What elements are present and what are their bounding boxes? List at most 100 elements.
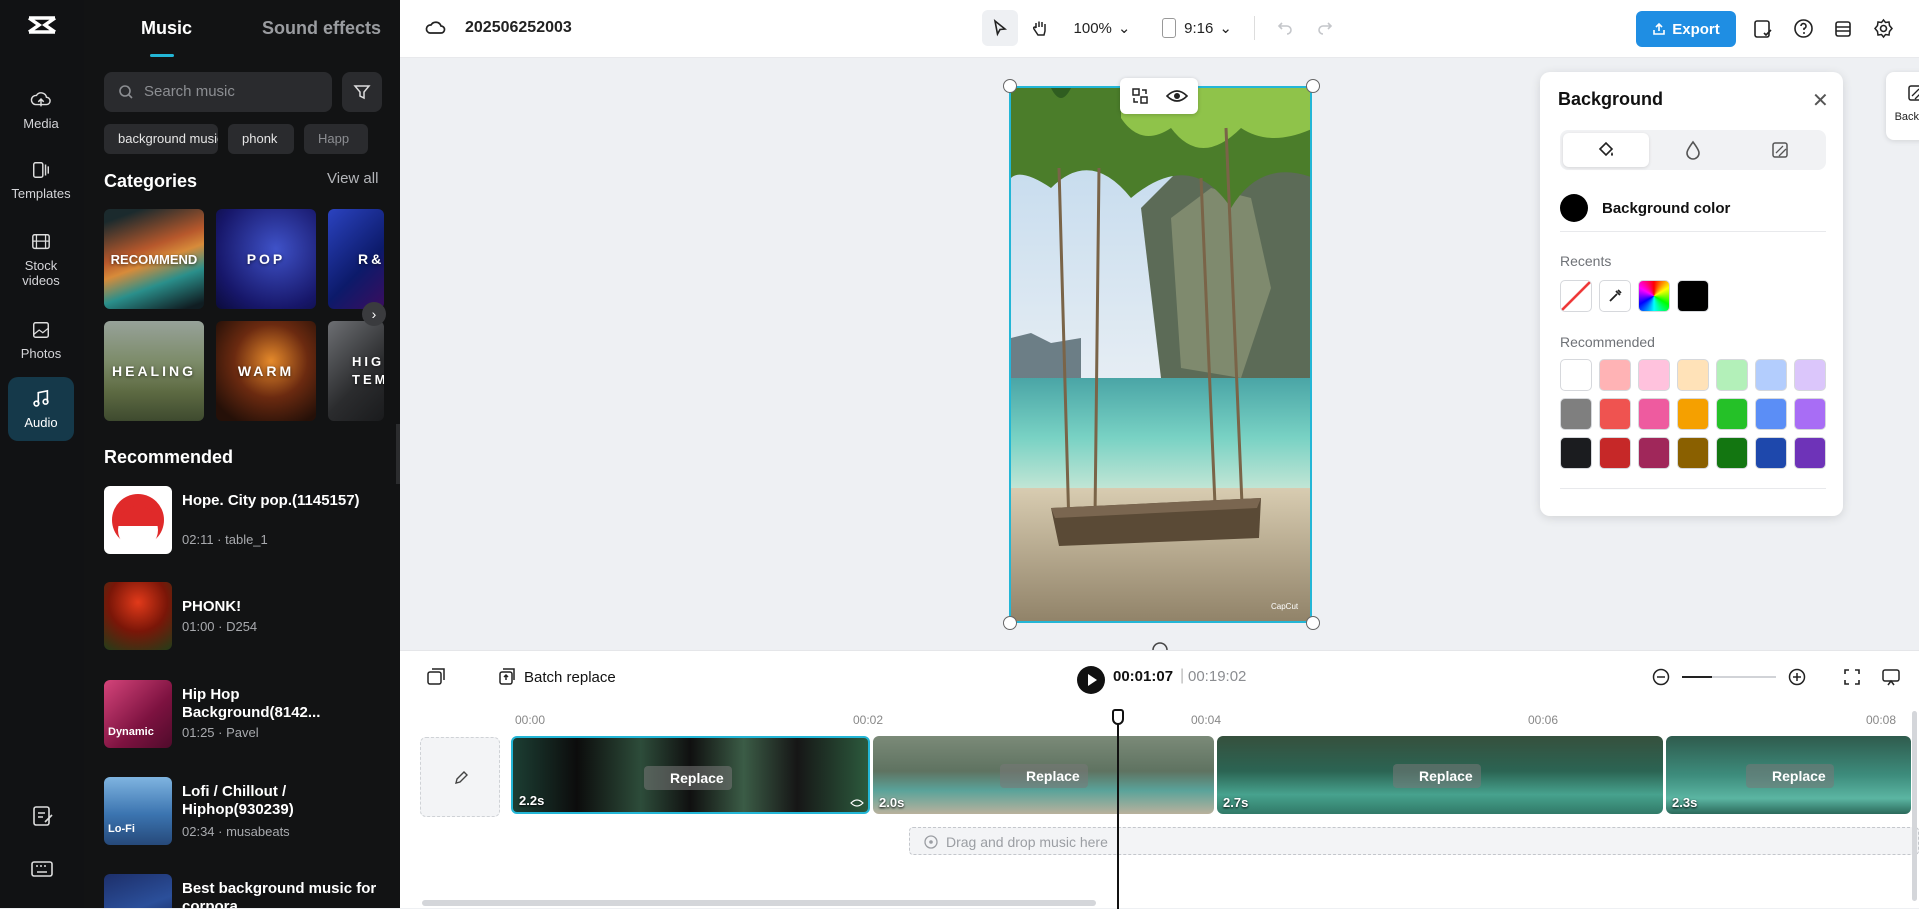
transparent-swatch[interactable] xyxy=(1560,280,1592,312)
cover-edit-button[interactable] xyxy=(420,737,500,817)
playhead[interactable] xyxy=(1117,711,1119,909)
resize-handle[interactable] xyxy=(1306,616,1320,630)
color-swatch[interactable] xyxy=(1794,398,1826,430)
fit-timeline-icon[interactable] xyxy=(1843,668,1861,686)
color-swatch[interactable] xyxy=(1716,359,1748,391)
color-swatch[interactable] xyxy=(1638,437,1670,469)
category-rnb[interactable]: R& xyxy=(328,209,384,309)
color-swatch[interactable] xyxy=(1560,398,1592,430)
category-pop[interactable]: POP xyxy=(216,209,316,309)
background-color-swatch[interactable] xyxy=(1560,194,1588,222)
filter-button[interactable] xyxy=(342,72,382,112)
media-overlay-icon[interactable] xyxy=(426,668,446,686)
color-swatch[interactable] xyxy=(1755,398,1787,430)
track-item[interactable]: PHONK! 01:00 · D254 xyxy=(104,582,394,652)
chip-happy[interactable]: Happ xyxy=(304,124,368,154)
eye-icon[interactable] xyxy=(850,798,864,808)
tab-image[interactable] xyxy=(1737,133,1823,167)
settings-gear-icon[interactable] xyxy=(1873,18,1894,44)
video-preview[interactable]: CapCut xyxy=(1009,86,1312,623)
color-swatch[interactable] xyxy=(1755,359,1787,391)
category-warm[interactable]: WARM xyxy=(216,321,316,421)
redo-button[interactable] xyxy=(1310,10,1340,46)
keyboard-icon[interactable] xyxy=(31,860,53,883)
category-healing[interactable]: HEALING xyxy=(104,321,204,421)
replace-button[interactable]: Replace xyxy=(644,766,732,790)
color-swatch[interactable] xyxy=(1716,437,1748,469)
category-recommend[interactable]: RECOMMEND xyxy=(104,209,204,309)
tab-music[interactable]: Music xyxy=(141,18,192,39)
recent-black-swatch[interactable] xyxy=(1677,280,1709,312)
track-item[interactable]: Best background music for corpora... xyxy=(104,874,394,908)
replace-button[interactable]: Replace xyxy=(1746,764,1834,788)
eyedropper-icon[interactable] xyxy=(1599,280,1631,312)
video-clip-selected[interactable]: Replace 2.2s xyxy=(511,736,870,814)
video-clip[interactable]: Replace 2.3s xyxy=(1666,736,1911,814)
tab-fill-color[interactable] xyxy=(1563,133,1649,167)
aspect-ratio-dropdown[interactable]: 9:16 ⌄ xyxy=(1160,10,1234,46)
resize-handle[interactable] xyxy=(1003,79,1017,93)
eye-icon[interactable] xyxy=(1166,88,1188,104)
undo-button[interactable] xyxy=(1270,10,1300,46)
track-item[interactable]: Dynamic Hip Hop Background(8142... 01:25… xyxy=(104,680,394,750)
project-name[interactable]: 202506252003 xyxy=(465,19,572,37)
play-button[interactable] xyxy=(1077,666,1105,694)
color-swatch[interactable] xyxy=(1599,437,1631,469)
timeline-vertical-scrollbar[interactable] xyxy=(1912,711,1917,901)
resize-handle[interactable] xyxy=(1003,616,1017,630)
audio-drop-zone[interactable]: Drag and drop music here xyxy=(909,827,1919,855)
color-swatch[interactable] xyxy=(1677,437,1709,469)
rail-item-photos[interactable]: Photos xyxy=(8,320,74,368)
categories-next-button[interactable]: › xyxy=(362,302,386,326)
track-item[interactable]: Hope. City pop.(1145157) 02:11 · table_1 xyxy=(104,486,394,556)
gradient-picker-swatch[interactable] xyxy=(1638,280,1670,312)
replace-icon[interactable] xyxy=(1131,87,1149,105)
color-swatch[interactable] xyxy=(1716,398,1748,430)
zoom-slider[interactable] xyxy=(1682,676,1776,678)
hand-tool-button[interactable] xyxy=(1022,10,1058,46)
color-swatch[interactable] xyxy=(1560,359,1592,391)
timeline-scrollbar[interactable] xyxy=(422,900,1096,906)
view-all-link[interactable]: View all xyxy=(327,170,378,187)
zoom-in-icon[interactable] xyxy=(1788,668,1806,686)
color-swatch[interactable] xyxy=(1677,359,1709,391)
playhead-handle[interactable] xyxy=(1112,709,1124,725)
rail-item-media[interactable]: Media xyxy=(8,90,74,138)
category-high-tempo[interactable]: HIG TEM xyxy=(328,321,384,421)
video-clip[interactable]: Replace 2.0s xyxy=(873,736,1214,814)
color-swatch[interactable] xyxy=(1794,437,1826,469)
rotate-handle-icon[interactable] xyxy=(1150,640,1170,650)
tab-sound-effects[interactable]: Sound effects xyxy=(262,18,381,39)
select-tool-button[interactable] xyxy=(982,10,1018,46)
color-swatch[interactable] xyxy=(1638,398,1670,430)
zoom-out-icon[interactable] xyxy=(1652,668,1670,686)
help-icon[interactable] xyxy=(1793,18,1814,44)
export-button[interactable]: Export xyxy=(1636,11,1736,47)
notes-icon[interactable] xyxy=(31,804,55,833)
tab-blur[interactable] xyxy=(1650,133,1736,167)
close-icon[interactable]: ✕ xyxy=(1812,88,1829,113)
capcut-logo-icon[interactable] xyxy=(24,12,60,44)
subtitle-toggle-icon[interactable] xyxy=(1881,667,1901,687)
rail-item-stock-videos[interactable]: Stock videos xyxy=(8,232,74,294)
video-clip[interactable]: Replace 2.7s xyxy=(1217,736,1663,814)
chip-background-music[interactable]: background music xyxy=(104,124,218,154)
background-color-row[interactable]: Background color xyxy=(1560,188,1826,228)
color-swatch[interactable] xyxy=(1599,359,1631,391)
rail-item-audio[interactable]: Audio xyxy=(8,377,74,441)
rail-item-templates[interactable]: Templates xyxy=(8,160,74,208)
zoom-dropdown[interactable]: 100% ⌄ xyxy=(1070,10,1134,46)
color-swatch[interactable] xyxy=(1755,437,1787,469)
layers-icon[interactable] xyxy=(1833,19,1853,44)
shield-check-icon[interactable] xyxy=(1753,19,1773,44)
replace-button[interactable]: Replace xyxy=(1393,764,1481,788)
color-swatch[interactable] xyxy=(1638,359,1670,391)
color-swatch[interactable] xyxy=(1599,398,1631,430)
color-swatch[interactable] xyxy=(1677,398,1709,430)
track-item[interactable]: Lo-Fi Lofi / Chillout / Hiphop(930239) 0… xyxy=(104,777,394,847)
search-music-input[interactable]: Search music xyxy=(104,72,332,112)
cloud-sync-icon[interactable] xyxy=(425,18,447,43)
background-side-tab[interactable]: Backgr... xyxy=(1886,72,1919,140)
color-swatch[interactable] xyxy=(1794,359,1826,391)
chip-phonk[interactable]: phonk xyxy=(228,124,294,154)
